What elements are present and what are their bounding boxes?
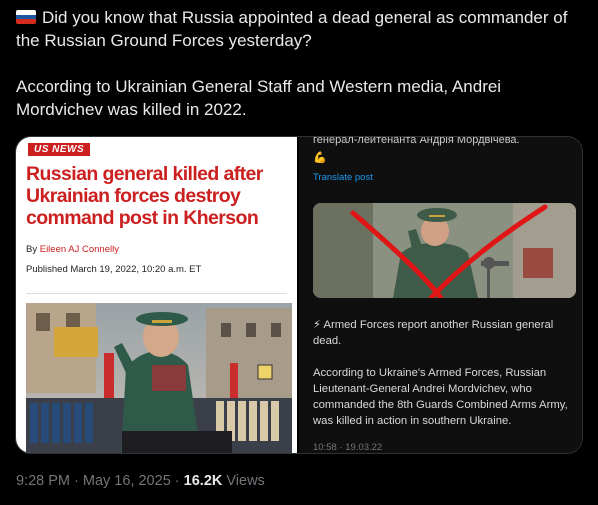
general-photo-graphic (313, 203, 576, 298)
general-photo (313, 203, 576, 298)
embedded-line-4: Lieutenant-General Andrei Mordvichev, wh… (313, 383, 532, 395)
headline-line-1: Russian general killed after (26, 163, 263, 185)
translate-post-link[interactable]: Translate post (313, 172, 373, 183)
headline-line-2: Ukrainian forces destroy (26, 185, 241, 207)
tweet-time-link[interactable]: 9:28 PM (16, 473, 70, 489)
divider (26, 293, 287, 294)
media-grid[interactable]: US NEWS Russian general killed after Ukr… (15, 136, 583, 454)
tweet-text: Did you know that Russia appointed a dea… (16, 6, 586, 121)
article-published: Published March 19, 2022, 10:20 a.m. ET (26, 264, 202, 275)
meta-separator: · (70, 473, 83, 489)
tweet-line-2: the Russian Ground Forces yesterday? (16, 31, 312, 50)
views-label: Views (222, 473, 265, 489)
tweet-line-4: Mordvichev was killed in 2022. (16, 100, 247, 119)
russia-flag-icon (16, 10, 36, 24)
section-badge: US NEWS (28, 143, 91, 156)
embedded-line-5: commanded the 8th Guards Combined Arms A… (313, 399, 568, 411)
tweet-line-1: Did you know that Russia appointed a dea… (42, 8, 568, 27)
article-headline: Russian general killed after Ukrainian f… (26, 163, 294, 229)
article-screenshot[interactable]: US NEWS Russian general killed after Ukr… (16, 137, 299, 453)
tweet-line-3: According to Ukrainian General Staff and… (16, 77, 502, 96)
byline-prefix: By (26, 244, 40, 255)
embedded-line-2: dead. (313, 335, 342, 347)
headline-line-3: command post in Kherson (26, 207, 259, 229)
tweet-date-link[interactable]: May 16, 2025 (83, 473, 171, 489)
embedded-post-time: 10:58 · 19.03.22 (313, 442, 383, 453)
views-count: 16.2K (183, 473, 223, 489)
embedded-post-screenshot[interactable]: генерал-лейтенанта Андрія Мордвічева. 💪 … (299, 137, 582, 453)
embedded-line-1: ⚡ Armed Forces report another Russian ge… (313, 319, 554, 331)
embedded-line-3: According to Ukraine's Armed Forces, Rus… (313, 367, 547, 379)
tweet-meta: 9:28 PM · May 16, 2025 · 16.2K Views (16, 473, 265, 489)
parade-photo-graphic (26, 303, 292, 453)
embedded-cyrillic-text: генерал-лейтенанта Андрія Мордвічева. (313, 137, 520, 146)
parade-photo (26, 303, 292, 453)
meta-separator: · (170, 473, 184, 489)
article-author: Eileen AJ Connelly (39, 244, 119, 255)
flexed-biceps-icon: 💪 (313, 152, 327, 164)
embedded-line-6: was killed in action in southern Ukraine… (313, 415, 512, 427)
embedded-post-text: ⚡ Armed Forces report another Russian ge… (313, 317, 577, 429)
article-byline: By Eileen AJ Connelly (26, 244, 119, 255)
